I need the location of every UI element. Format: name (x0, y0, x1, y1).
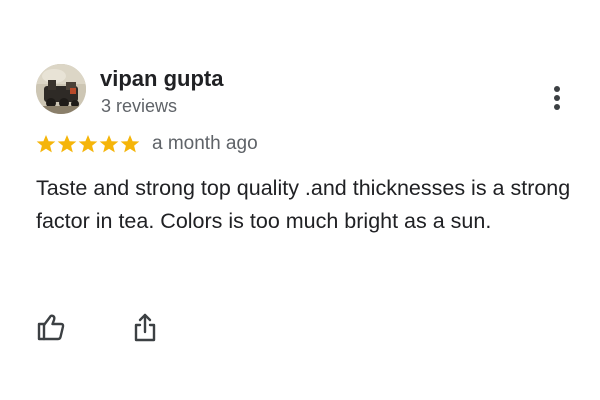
more-vert-icon (554, 86, 560, 92)
author-review-count: 3 reviews (101, 96, 178, 116)
share-button[interactable] (128, 310, 162, 344)
star-icon (78, 135, 98, 153)
star-icon (99, 135, 119, 153)
star-icon (36, 135, 56, 153)
review-card: vipan gupta 3 reviews a month ago Taste … (0, 0, 600, 400)
star-icon (57, 135, 77, 153)
more-options-button[interactable] (544, 80, 568, 116)
review-text: Taste and strong top quality .and thickn… (36, 176, 571, 233)
more-vert-icon-dot (554, 95, 560, 101)
share-icon (134, 313, 156, 342)
more-vert-icon-dot (554, 104, 560, 110)
review-date: a month ago (152, 133, 258, 154)
like-button[interactable] (34, 310, 68, 344)
author-name[interactable]: vipan gupta (100, 66, 223, 92)
thumbs-up-icon (37, 314, 65, 341)
author-avatar[interactable] (36, 64, 86, 114)
star-rating (36, 134, 141, 154)
star-icon (120, 135, 140, 153)
rating-row: a month ago (36, 131, 258, 157)
